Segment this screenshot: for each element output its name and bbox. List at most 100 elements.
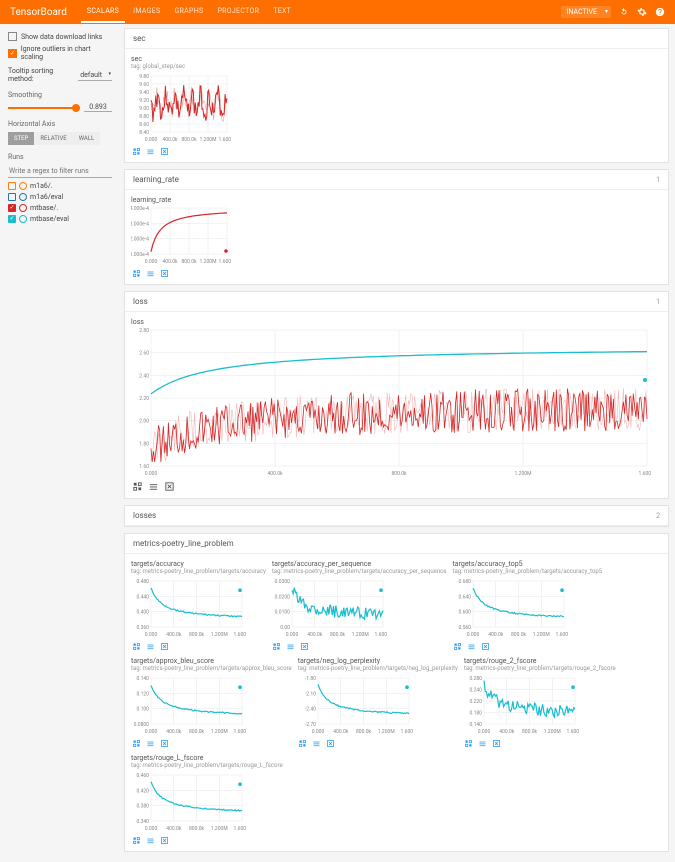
expand-icon[interactable] [131,268,141,278]
svg-text:400.0k: 400.0k [162,259,178,264]
scalar-chart[interactable]: 9.809.609.409.209.008.808.608.400.000400… [131,72,231,142]
checkbox-icon[interactable] [8,193,16,201]
radio-icon[interactable] [19,215,27,223]
category-header[interactable]: learning_rate1 [125,170,668,190]
fit-domain-icon[interactable] [159,641,169,651]
log-axis-icon[interactable] [145,268,155,278]
expand-icon[interactable] [464,738,474,748]
card-title: targets/neg_log_perplexity [298,657,458,665]
svg-text:1.000e-4: 1.000e-4 [131,252,149,258]
svg-text:2.60: 2.60 [139,351,149,357]
fit-domain-icon[interactable] [326,738,336,748]
radio-icon[interactable] [19,193,27,201]
reload-status[interactable]: INACTIVE [561,6,611,18]
haxis-relative[interactable]: RELATIVE [34,132,72,145]
checkbox-icon [8,32,17,41]
help-icon[interactable] [655,7,665,17]
log-axis-icon[interactable] [147,480,159,492]
log-axis-icon[interactable] [478,738,488,748]
radio-icon[interactable] [19,182,27,190]
svg-text:1.600M: 1.600M [234,632,246,637]
scalar-chart[interactable]: 2.802.602.402.202.001.801.600.000400.0k8… [131,326,651,476]
tab-text[interactable]: TEXT [267,1,297,23]
svg-text:0.640: 0.640 [458,594,471,600]
scalar-chart[interactable]: -1.80-2.10-2.40-2.700.000400.0k800.0k1.2… [298,674,413,734]
scalar-card: targets/rouge_2_fscore tag: metrics-poet… [464,657,616,748]
card-title: targets/approx_bleu_score [131,657,292,665]
category-header[interactable]: losses2 [125,506,668,526]
scalar-chart[interactable]: 0.1400.1200.1000.08000.000400.0k800.0k1.… [131,674,246,734]
category-header[interactable]: sec [125,29,668,49]
show-download-links-row[interactable]: Show data download links [8,32,112,41]
svg-text:0.440: 0.440 [136,594,149,600]
svg-text:800.0k: 800.0k [189,729,205,734]
fit-domain-icon[interactable] [300,641,310,651]
runs-filter-input[interactable] [8,165,112,178]
svg-text:0.480: 0.480 [136,579,149,585]
smoothing-value[interactable]: 0.893 [84,103,112,112]
scalar-chart[interactable]: 0.03000.02000.01000.000.000400.0k800.0k1… [272,577,387,637]
scalar-card: loss 2.802.602.402.202.001.801.600.00040… [131,318,651,492]
svg-text:2.00: 2.00 [139,419,149,425]
expand-icon[interactable] [272,641,282,651]
expand-icon[interactable] [298,738,308,748]
expand-icon[interactable] [131,641,141,651]
scalar-chart[interactable]: 0.4600.4200.3800.3400.000400.0k800.0k1.2… [131,771,246,831]
fit-domain-icon[interactable] [481,641,491,651]
log-axis-icon[interactable] [145,641,155,651]
svg-text:-2.70: -2.70 [305,722,316,728]
checkbox-icon: ✓ [8,49,17,58]
expand-icon[interactable] [131,146,141,156]
fit-domain-icon[interactable] [159,835,169,845]
log-axis-icon[interactable] [286,641,296,651]
tab-projector[interactable]: PROJECTOR [211,1,265,23]
scalar-chart[interactable]: 0.4800.4400.4000.3600.000400.0k800.0k1.2… [131,577,246,637]
svg-text:0.280: 0.280 [469,676,482,682]
svg-text:1.600M: 1.600M [400,729,412,734]
fit-domain-icon[interactable] [163,480,175,492]
svg-text:0.140: 0.140 [136,676,149,682]
log-axis-icon[interactable] [312,738,322,748]
checkbox-icon[interactable] [8,182,16,190]
checkbox-icon[interactable] [8,204,16,212]
svg-text:400.0k: 400.0k [166,729,182,734]
tab-graphs[interactable]: GRAPHS [168,1,209,23]
svg-text:400.0k: 400.0k [162,137,178,142]
ignore-outliers-row[interactable]: ✓ Ignore outliers in chart scaling [8,45,112,61]
fit-domain-icon[interactable] [159,146,169,156]
gear-icon[interactable] [637,7,647,17]
haxis-wall[interactable]: WALL [73,132,101,145]
log-axis-icon[interactable] [145,835,155,845]
svg-text:0.220: 0.220 [469,699,482,705]
card-title: sec [131,55,231,63]
svg-text:1.200M: 1.200M [200,259,217,264]
fit-domain-icon[interactable] [159,738,169,748]
category-header[interactable]: loss1 [125,292,668,312]
svg-text:9.00: 9.00 [139,106,149,112]
expand-icon[interactable] [131,738,141,748]
fit-domain-icon[interactable] [492,738,502,748]
svg-text:0.000: 0.000 [145,137,158,142]
smoothing-slider[interactable] [8,107,80,109]
log-axis-icon[interactable] [145,738,155,748]
category-header[interactable]: metrics-poetry_line_problem [125,534,668,554]
svg-text:0.560: 0.560 [458,625,471,631]
checkbox-icon[interactable] [8,215,16,223]
tooltip-sort-select[interactable]: default [78,70,112,81]
refresh-icon[interactable] [619,7,629,17]
tab-images[interactable]: IMAGES [127,1,166,23]
expand-icon[interactable] [131,480,143,492]
scalar-chart[interactable]: 4.000e-43.000e-42.000e-41.000e-40.000400… [131,204,231,264]
expand-icon[interactable] [131,835,141,845]
brand: TensorBoard [10,7,67,18]
scalar-chart[interactable]: 0.6800.6400.6000.5600.000400.0k800.0k1.2… [453,577,568,637]
log-axis-icon[interactable] [467,641,477,651]
expand-icon[interactable] [453,641,463,651]
scalar-chart[interactable]: 0.2800.2400.2200.1800.1400.000400.0k800.… [464,674,579,734]
tab-scalars[interactable]: SCALARS [81,1,125,23]
radio-icon[interactable] [19,204,27,212]
haxis-step[interactable]: STEP [8,132,34,145]
svg-text:1.80: 1.80 [139,441,149,447]
log-axis-icon[interactable] [145,146,155,156]
fit-domain-icon[interactable] [159,268,169,278]
